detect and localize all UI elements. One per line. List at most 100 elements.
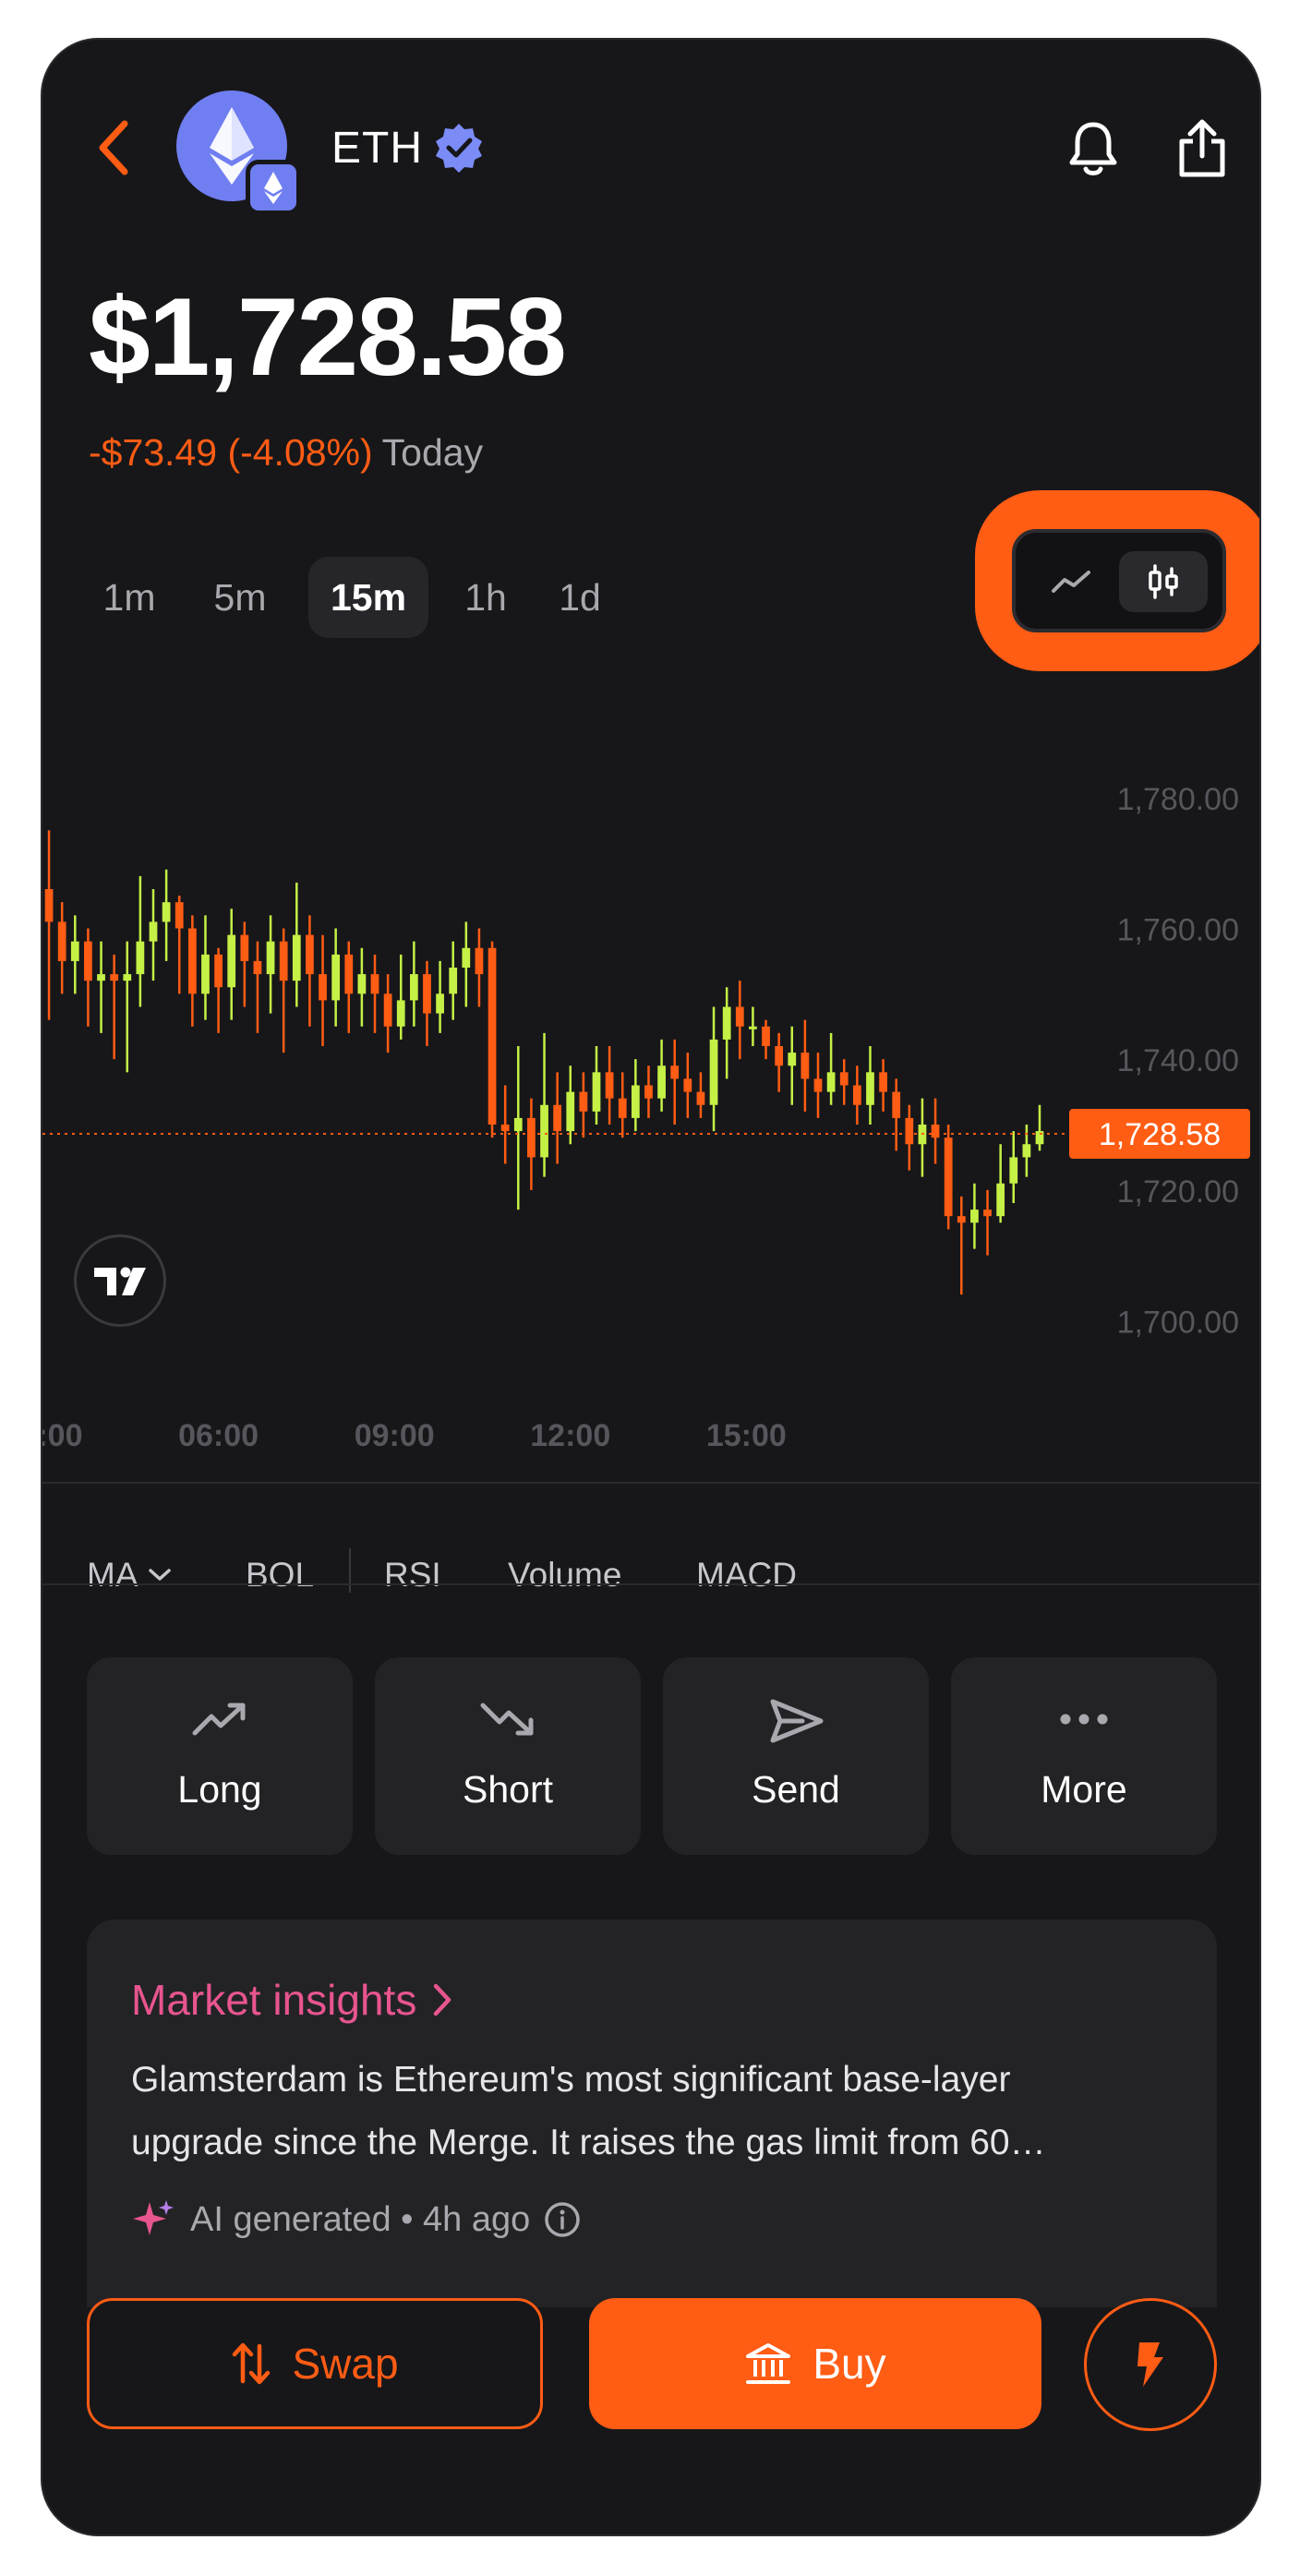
candle-body: [162, 902, 171, 922]
candle-body: [892, 1091, 901, 1118]
buy-button-label: Buy: [812, 2340, 886, 2388]
market-insights-text: Glamsterdam is Ethereum's most significa…: [131, 2049, 1174, 2174]
indicator-ma[interactable]: MA: [87, 1524, 172, 1626]
candle-body: [866, 1072, 874, 1105]
line-chart-button[interactable]: [1027, 551, 1115, 612]
swap-button[interactable]: Swap: [87, 2298, 543, 2429]
candle-body: [618, 1098, 627, 1118]
candle-body: [110, 974, 119, 981]
candle-body: [605, 1072, 614, 1099]
market-insights-card[interactable]: Market insights Glamsterdam is Ethereum'…: [87, 1920, 1217, 2307]
candle-body: [644, 1085, 653, 1099]
buy-button[interactable]: Buy: [589, 2298, 1041, 2429]
price-change: -$73.49 (-4.08%): [89, 431, 373, 474]
insight-meta: AI generated • 4h ago: [131, 2197, 582, 2243]
back-button[interactable]: [81, 115, 146, 180]
candle-body: [84, 941, 92, 981]
y-axis-tick-label: 1,700.00: [1117, 1306, 1239, 1341]
candle-body: [123, 974, 132, 981]
y-axis-tick-label: 1,720.00: [1117, 1174, 1239, 1210]
candle-body: [44, 889, 54, 922]
bell-icon: [1069, 122, 1117, 175]
long-button[interactable]: Long: [87, 1657, 353, 1855]
trending-up-icon: [192, 1703, 246, 1736]
candle-body: [788, 1053, 797, 1066]
candle-body: [839, 1072, 849, 1086]
candle-body: [749, 1026, 757, 1029]
line-chart-icon: [1052, 571, 1090, 593]
y-axis-tick-label: 1,740.00: [1117, 1043, 1239, 1078]
candle-body: [319, 974, 327, 1001]
candle-body: [813, 1078, 823, 1092]
candle-body: [383, 993, 392, 1027]
current-price: $1,728.58: [89, 275, 567, 399]
candle-body: [227, 934, 236, 988]
candle-body: [513, 1117, 523, 1132]
indicator-bol[interactable]: BOL: [246, 1524, 314, 1626]
price-change-period: Today: [381, 431, 484, 474]
candle-body: [722, 1006, 731, 1040]
trending-down-icon: [480, 1703, 534, 1736]
candle-body: [852, 1085, 861, 1105]
send-icon: [770, 1699, 824, 1743]
tradingview-icon: [94, 1267, 146, 1295]
timeframe-tab-15m[interactable]: 15m: [308, 557, 428, 638]
candle-body: [357, 974, 367, 994]
candle-body: [579, 1091, 588, 1112]
indicator-volume[interactable]: Volume: [508, 1524, 621, 1626]
share-button[interactable]: [1165, 112, 1239, 186]
price-change-row: -$73.49 (-4.08%) Today: [89, 431, 483, 475]
candle-body: [279, 941, 288, 981]
notifications-button[interactable]: [1056, 112, 1130, 186]
timeframe-tab-1d[interactable]: 1d: [543, 557, 617, 638]
candle-body: [436, 993, 444, 1014]
quick-trade-button[interactable]: [1084, 2298, 1217, 2431]
lightning-icon: [1138, 2342, 1163, 2387]
indicator-macd[interactable]: MACD: [696, 1524, 797, 1626]
info-icon[interactable]: [543, 2200, 582, 2239]
y-axis-tick-label: 1,760.00: [1117, 913, 1239, 948]
market-insights-title[interactable]: Market insights: [131, 1975, 453, 2025]
x-axis-tick-label: 12:00: [530, 1418, 610, 1453]
current-price-label: 1,728.58: [1099, 1117, 1221, 1152]
timeframe-tab-1h[interactable]: 1h: [449, 557, 523, 638]
candlestick-icon: [1149, 564, 1178, 599]
chart-type-toggle: [1012, 529, 1226, 632]
send-button[interactable]: Send: [663, 1657, 929, 1855]
candle-body: [449, 968, 458, 994]
candlestick-chart-button[interactable]: [1119, 551, 1208, 612]
candle-body: [214, 954, 223, 988]
candle-body: [396, 1000, 405, 1027]
insight-meta-text: AI generated • 4h ago: [190, 2199, 531, 2239]
x-axis-tick-label: 03:00: [42, 1418, 82, 1453]
candle-body: [670, 1065, 680, 1079]
candle-body: [696, 1091, 705, 1105]
candle-body: [735, 1006, 744, 1027]
timeframe-tab-5m[interactable]: 5m: [199, 557, 281, 638]
app-screen: ETH $1,728.58 -$73.49 (-4.08%) Today 1m 5…: [41, 38, 1261, 2536]
candle-body: [1022, 1144, 1031, 1158]
tradingview-logo[interactable]: [74, 1234, 166, 1327]
candle-body: [527, 1117, 536, 1158]
more-icon: [1060, 1714, 1108, 1725]
candle-body: [631, 1085, 640, 1118]
candle-body: [175, 902, 184, 929]
y-axis-tick-label: 1,780.00: [1117, 782, 1239, 817]
short-button[interactable]: Short: [375, 1657, 641, 1855]
x-axis-tick-label: 15:00: [706, 1418, 787, 1453]
candle-body: [292, 934, 301, 981]
candle-body: [957, 1216, 966, 1223]
candle-body: [996, 1183, 1005, 1217]
candle-body: [462, 947, 471, 968]
candle-body: [370, 974, 379, 994]
timeframe-tab-1m[interactable]: 1m: [89, 557, 170, 638]
share-icon: [1179, 119, 1225, 177]
divider: [42, 1583, 1259, 1585]
more-button[interactable]: More: [951, 1657, 1217, 1855]
indicator-separator: [349, 1548, 351, 1593]
indicator-rsi[interactable]: RSI: [384, 1524, 441, 1626]
candle-body: [762, 1026, 770, 1046]
price-chart[interactable]: 1,780.00 1,760.00 1,740.00 1,720.00 1,700.00…: [42, 714, 1261, 1480]
candle-body: [826, 1072, 836, 1092]
x-axis-tick-label: 09:00: [355, 1418, 435, 1453]
